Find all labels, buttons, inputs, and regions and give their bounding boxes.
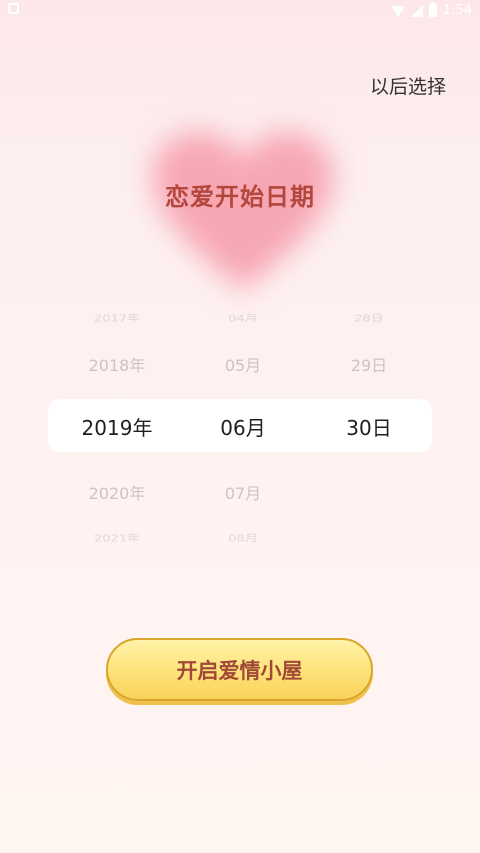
start-love-house-button[interactable]: 开启爱情小屋 bbox=[106, 638, 373, 701]
selected-year[interactable]: 2019年 bbox=[57, 412, 177, 441]
year-option[interactable]: 2018年 bbox=[57, 352, 177, 376]
selected-day[interactable]: 30日 bbox=[309, 412, 429, 441]
month-option[interactable]: 04月 bbox=[183, 310, 303, 324]
status-bar: 1:54 bbox=[0, 0, 480, 24]
day-option[interactable]: 28日 bbox=[309, 310, 429, 324]
skip-button[interactable]: 以后选择 bbox=[370, 72, 446, 99]
page-title: 恋爱开始日期 bbox=[165, 183, 315, 211]
wifi-icon bbox=[390, 6, 405, 17]
year-option[interactable]: 2020年 bbox=[57, 480, 177, 504]
month-column[interactable]: 04月 05月 06月 07月 08月 bbox=[183, 300, 303, 550]
year-option[interactable]: 2021年 bbox=[57, 530, 177, 544]
month-option[interactable]: 05月 bbox=[183, 352, 303, 376]
clock: 1:54 bbox=[442, 3, 472, 18]
month-option[interactable]: 07月 bbox=[183, 480, 303, 504]
signal-icon bbox=[410, 4, 423, 17]
day-column[interactable]: 28日 29日 30日 bbox=[309, 300, 429, 550]
year-option[interactable]: 2017年 bbox=[57, 310, 177, 324]
selected-month[interactable]: 06月 bbox=[183, 412, 303, 441]
month-option[interactable]: 08月 bbox=[183, 530, 303, 544]
year-column[interactable]: 2017年 2018年 2019年 2020年 2021年 bbox=[57, 300, 177, 550]
app-notification-icon bbox=[8, 3, 19, 14]
battery-icon bbox=[428, 2, 437, 17]
heart-icon bbox=[148, 128, 338, 298]
day-option[interactable]: 29日 bbox=[309, 352, 429, 376]
date-picker: 2017年 2018年 2019年 2020年 2021年 04月 05月 06… bbox=[0, 300, 480, 550]
